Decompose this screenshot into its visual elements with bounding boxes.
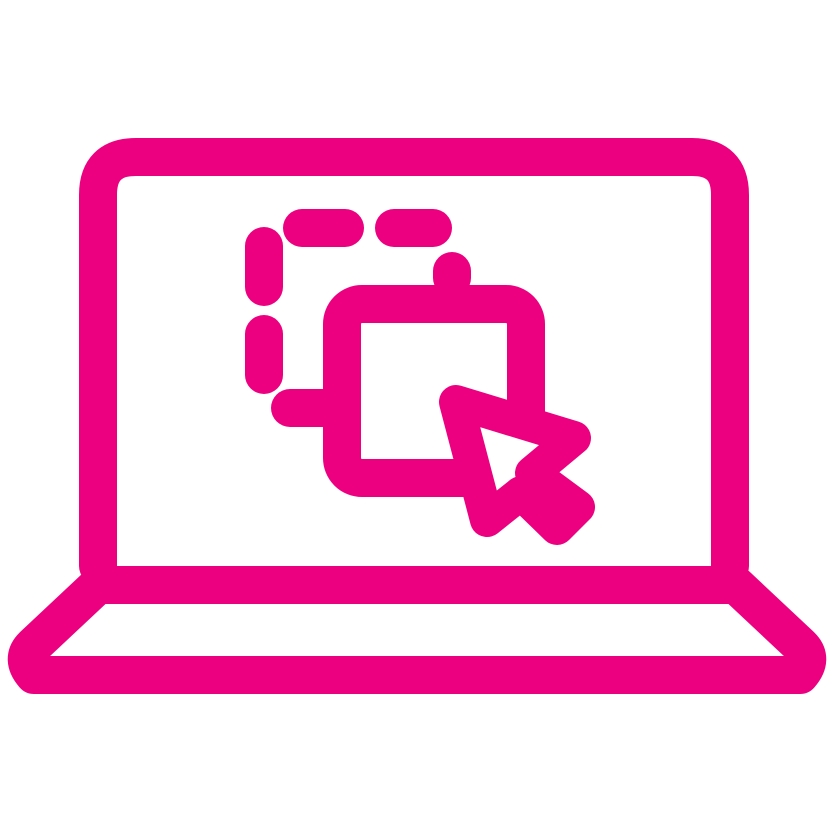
laptop-base [7,566,827,694]
laptop-drag-drop-icon [7,138,827,694]
cursor-arrow-icon [439,385,595,545]
icon-canvas [0,0,834,834]
